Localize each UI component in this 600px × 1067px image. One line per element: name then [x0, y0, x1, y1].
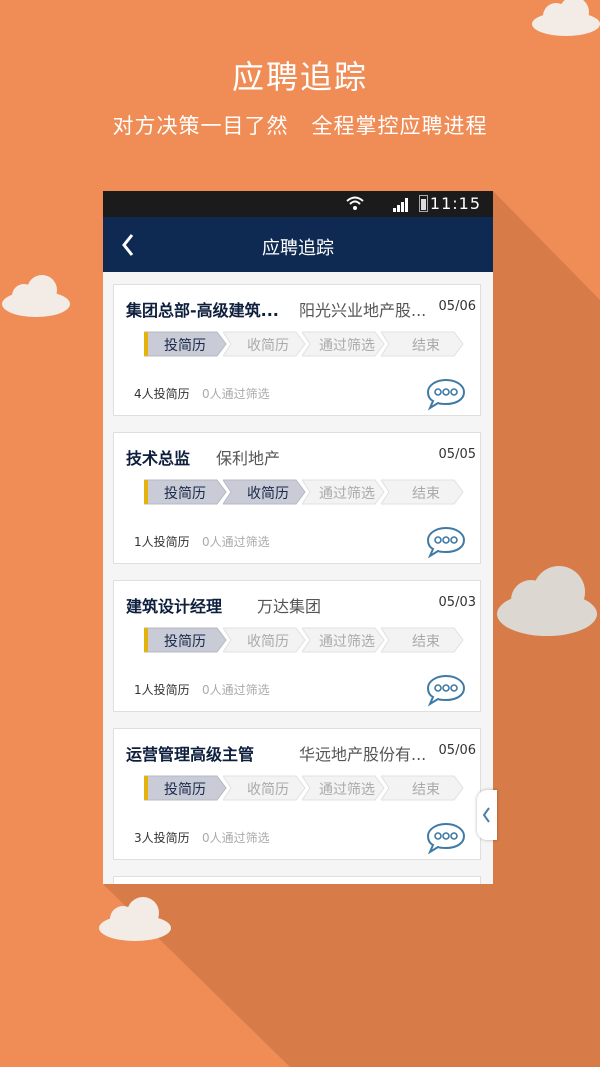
battery-icon	[419, 195, 428, 212]
apply-date: 05/06	[438, 299, 476, 314]
progress-step: 结束	[381, 775, 465, 801]
step-label: 通过筛选	[319, 634, 375, 650]
status-time: 11:15	[429, 194, 481, 213]
step-label: 结束	[412, 338, 440, 354]
step-label: 投简历	[164, 782, 206, 798]
cloud-icon	[99, 897, 171, 941]
cloud-icon	[532, 0, 600, 36]
company-name: 保利地产	[216, 449, 281, 468]
application-card[interactable]: 建筑设计经理 万达集团 05/03 投简历 收简历 通过筛选 结束 1人投简历 …	[113, 580, 481, 712]
step-label: 通过筛选	[319, 338, 375, 354]
application-card[interactable]: 集团总部-高级建筑... 阳光兴业地产股... 05/06 投简历 收简历 通过筛选	[113, 284, 481, 416]
step-label: 收简历	[247, 634, 289, 650]
step-label: 通过筛选	[319, 782, 375, 798]
chevron-left-icon	[482, 807, 490, 823]
step-label: 投简历	[164, 634, 206, 650]
progress-step: 收简历	[223, 331, 307, 357]
progress-step: 投简历	[144, 479, 228, 505]
step-label: 结束	[412, 486, 440, 502]
chat-bubble-icon[interactable]	[426, 673, 466, 707]
step-label: 通过筛选	[319, 486, 375, 502]
progress-step: 投简历	[144, 627, 228, 653]
step-label: 收简历	[247, 782, 289, 798]
side-drawer-handle[interactable]	[477, 790, 497, 840]
cloud-icon	[2, 275, 70, 317]
passed-count: 0人通过筛选	[202, 387, 270, 401]
applied-count: 1人投简历	[134, 535, 190, 549]
step-label: 投简历	[164, 486, 206, 502]
promo-subtitle: 对方决策一目了然 全程掌控应聘进程	[112, 114, 488, 138]
progress-step: 收简历	[223, 479, 307, 505]
company-name: 阳光兴业地产股...	[299, 301, 427, 320]
step-label: 收简历	[247, 486, 289, 502]
apply-date: 05/03	[438, 595, 476, 610]
progress-step: 通过筛选	[302, 627, 386, 653]
job-title: 集团总部-高级建筑...	[126, 301, 279, 320]
progress-step: 通过筛选	[302, 479, 386, 505]
step-label: 投简历	[164, 338, 206, 354]
progress-step: 通过筛选	[302, 331, 386, 357]
progress-step: 收简历	[223, 627, 307, 653]
passed-count: 0人通过筛选	[202, 831, 270, 845]
applied-count: 3人投简历	[134, 831, 190, 845]
progress-steps: 投简历 收简历 通过筛选 结束	[144, 479, 464, 505]
job-title: 技术总监	[126, 449, 191, 468]
passed-count: 0人通过筛选	[202, 535, 270, 549]
chat-bubble-icon[interactable]	[426, 525, 466, 559]
progress-step: 收简历	[223, 775, 307, 801]
progress-step: 结束	[381, 627, 465, 653]
applied-count: 4人投简历	[134, 387, 190, 401]
applied-count: 1人投简历	[134, 683, 190, 697]
progress-step: 结束	[381, 331, 465, 357]
progress-step: 结束	[381, 479, 465, 505]
job-title: 建筑设计经理	[126, 597, 223, 616]
step-label: 结束	[412, 634, 440, 650]
progress-steps: 投简历 收简历 通过筛选 结束	[144, 775, 464, 801]
signal-icon	[393, 198, 408, 212]
application-card[interactable]	[113, 876, 481, 884]
chat-bubble-icon[interactable]	[426, 377, 466, 411]
apply-date: 05/05	[438, 447, 476, 462]
progress-step: 通过筛选	[302, 775, 386, 801]
nav-bar: 应聘追踪	[103, 217, 493, 272]
application-card[interactable]: 技术总监 保利地产 05/05 投简历 收简历 通过筛选 结束 1人投简历 0人…	[113, 432, 481, 564]
cloud-icon	[497, 566, 597, 636]
progress-steps: 投简历 收简历 通过筛选 结束	[144, 627, 464, 653]
progress-steps: 投简历 收简历 通过筛选 结束	[144, 331, 464, 357]
status-bar: 11:15	[103, 191, 493, 217]
passed-count: 0人通过筛选	[202, 683, 270, 697]
step-label: 结束	[412, 782, 440, 798]
apply-date: 05/06	[438, 743, 476, 758]
chat-bubble-icon[interactable]	[426, 821, 466, 855]
nav-title: 应聘追踪	[262, 238, 334, 259]
application-card[interactable]: 运营管理高级主管 华远地产股份有... 05/06 投简历 收简历 通过筛选 结…	[113, 728, 481, 860]
company-name: 华远地产股份有...	[299, 745, 427, 764]
promo-title: 应聘追踪	[231, 58, 368, 96]
progress-step: 投简历	[144, 775, 228, 801]
job-title: 运营管理高级主管	[126, 745, 255, 764]
phone-screen: 11:15 应聘追踪 集团总部-高级建筑... 阳光兴业地产股... 05/06 投…	[103, 191, 493, 884]
wifi-icon	[346, 196, 364, 210]
company-name: 万达集团	[257, 597, 322, 616]
progress-step: 投简历	[144, 331, 228, 357]
step-label: 收简历	[247, 338, 289, 354]
